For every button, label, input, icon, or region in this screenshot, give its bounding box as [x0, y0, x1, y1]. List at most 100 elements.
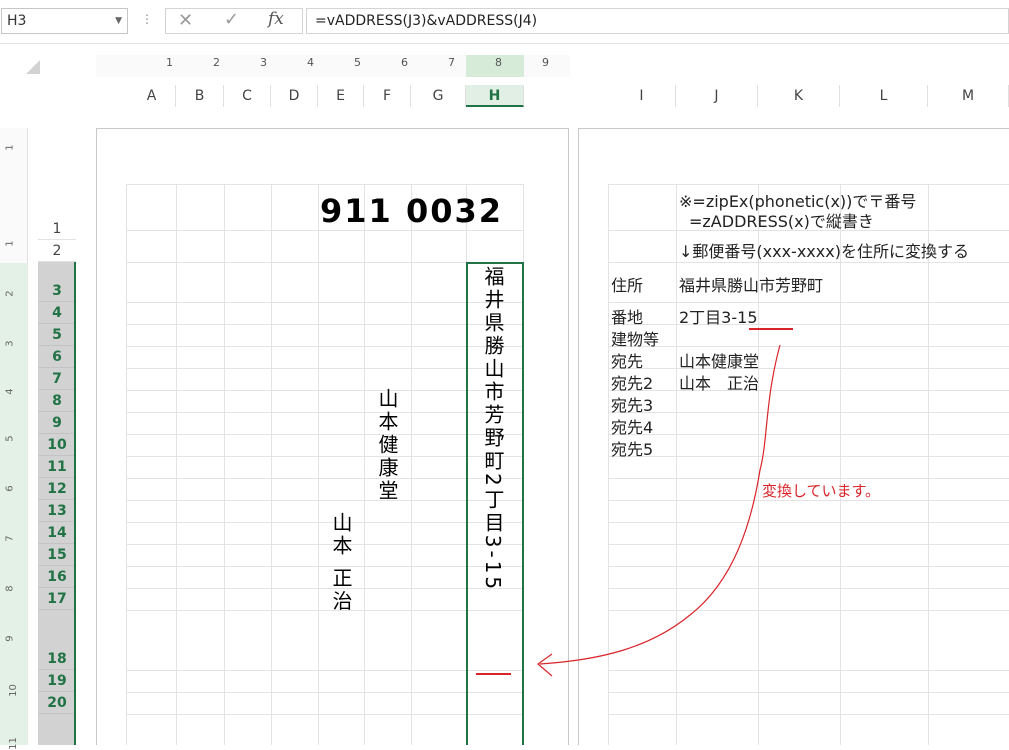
- ruler-number: 5: [354, 56, 361, 69]
- grid-line: [126, 670, 524, 671]
- column-header-i[interactable]: I: [608, 85, 676, 107]
- ruler-number: 1: [166, 56, 173, 69]
- ruler-number: 11: [7, 737, 19, 750]
- grid-line: [318, 184, 319, 745]
- more-options-icon[interactable]: ⋮: [141, 12, 153, 26]
- grid-line: [608, 324, 1009, 325]
- chevron-down-icon[interactable]: ▼: [115, 9, 122, 33]
- formula-input[interactable]: =vADDRESS(J3)&vADDRESS(J4): [306, 8, 1009, 34]
- row-header-5[interactable]: 5: [38, 324, 76, 346]
- row-header-6[interactable]: 6: [38, 346, 76, 368]
- row-header-8[interactable]: 8: [38, 390, 76, 412]
- grid-line: [608, 692, 1009, 693]
- name-box[interactable]: H3 ▼: [1, 8, 128, 34]
- grid-line: [126, 302, 524, 303]
- grid-line: [126, 346, 524, 347]
- grid-line: [758, 184, 759, 745]
- row-header-7[interactable]: 7: [38, 368, 76, 390]
- column-header-d[interactable]: D: [271, 85, 318, 107]
- ruler-number: 2: [4, 290, 16, 297]
- grid-line: [676, 184, 677, 745]
- ruler-number: 6: [401, 56, 408, 69]
- field-value[interactable]: 山本 正治: [679, 370, 759, 394]
- field-value[interactable]: 福井県勝山市芳野町: [679, 272, 823, 296]
- column-header-j[interactable]: J: [676, 85, 758, 107]
- row-header-13[interactable]: 13: [38, 500, 76, 522]
- row-header-19[interactable]: 19: [38, 670, 76, 692]
- field-label: 住所: [611, 276, 644, 295]
- column-header-g[interactable]: G: [411, 85, 466, 107]
- column-header-m[interactable]: M: [928, 85, 1009, 107]
- row-header-2[interactable]: 2: [38, 240, 76, 262]
- row-header-20[interactable]: 20: [38, 692, 76, 714]
- cancel-icon[interactable]: ✕: [178, 10, 193, 31]
- row-selection-bar: [74, 262, 76, 745]
- column-header-b[interactable]: B: [176, 85, 224, 107]
- row-header-10[interactable]: 10: [38, 434, 76, 456]
- grid-line: [126, 230, 524, 231]
- ruler-number: 2: [213, 56, 220, 69]
- column-header-a[interactable]: A: [128, 85, 176, 107]
- ruler-highlight-vertical: [0, 263, 28, 745]
- row-header-16[interactable]: 16: [38, 566, 76, 588]
- grid-line: [126, 522, 524, 523]
- zip-code-cell[interactable]: 911 0032: [320, 192, 510, 230]
- grid-line: [840, 184, 841, 745]
- column-header-e[interactable]: E: [318, 85, 364, 107]
- grid-line: [608, 456, 1009, 457]
- grid-line: [126, 368, 524, 369]
- grid-line: [608, 670, 1009, 671]
- grid-line: [608, 566, 1009, 567]
- ruler-number: 4: [307, 56, 314, 69]
- name-box-value: H3: [7, 13, 27, 29]
- grid-line: [411, 184, 412, 745]
- grid-line: [126, 566, 524, 567]
- enter-icon[interactable]: ✓: [224, 9, 239, 30]
- ruler-number: 9: [542, 56, 549, 69]
- grid-line: [126, 500, 524, 501]
- column-header-k[interactable]: K: [758, 85, 840, 107]
- vertical-ruler: 1 1 2 3 4 5 6 7 8 9 10 11: [0, 128, 28, 750]
- row-header-4[interactable]: 4: [38, 302, 76, 324]
- row-header-18[interactable]: 18: [38, 610, 76, 670]
- column-header-l[interactable]: L: [840, 85, 928, 107]
- row-header-17[interactable]: 17: [38, 588, 76, 610]
- ruler-number: 8: [495, 56, 502, 69]
- ruler-number: 3: [260, 56, 267, 69]
- grid-line: [608, 412, 1009, 413]
- grid-line: [126, 412, 524, 413]
- field-label: 宛先: [611, 352, 644, 371]
- column-header-f[interactable]: F: [364, 85, 411, 107]
- select-all-corner[interactable]: [26, 60, 40, 74]
- grid-line: [126, 544, 524, 545]
- ruler-number: 4: [4, 388, 16, 395]
- row-header-11[interactable]: 11: [38, 456, 76, 478]
- field-label: 宛先4: [611, 418, 654, 437]
- ruler-number: 9: [4, 635, 16, 642]
- grid-line: [608, 346, 1009, 347]
- column-header-c[interactable]: C: [224, 85, 271, 107]
- grid-line: [608, 434, 1009, 435]
- row-header-12[interactable]: 12: [38, 478, 76, 500]
- row-header-21[interactable]: [38, 714, 76, 745]
- grid-line: [608, 588, 1009, 589]
- row-header-3[interactable]: 3: [38, 262, 76, 302]
- grid-line: [608, 390, 1009, 391]
- ruler-number: 7: [448, 56, 455, 69]
- ruler-number: 10: [7, 684, 19, 697]
- field-value[interactable]: 山本健康堂: [679, 348, 759, 372]
- annotation-text: 変換しています。: [762, 482, 881, 500]
- note-line-2: =zADDRESS(x)で縦書き: [689, 212, 874, 231]
- row-header-1[interactable]: 1: [38, 184, 76, 240]
- ruler-number: 5: [4, 435, 16, 442]
- column-header-h[interactable]: H: [466, 85, 524, 107]
- row-header-15[interactable]: 15: [38, 544, 76, 566]
- grid-line: [271, 184, 272, 745]
- row-header-14[interactable]: 14: [38, 522, 76, 544]
- row-header-9[interactable]: 9: [38, 412, 76, 434]
- grid-line: [126, 184, 524, 185]
- grid-line: [126, 456, 524, 457]
- grid-line: [608, 610, 1009, 611]
- field-value[interactable]: 2丁目3-15: [679, 304, 758, 328]
- insert-function-icon[interactable]: fx: [268, 9, 284, 29]
